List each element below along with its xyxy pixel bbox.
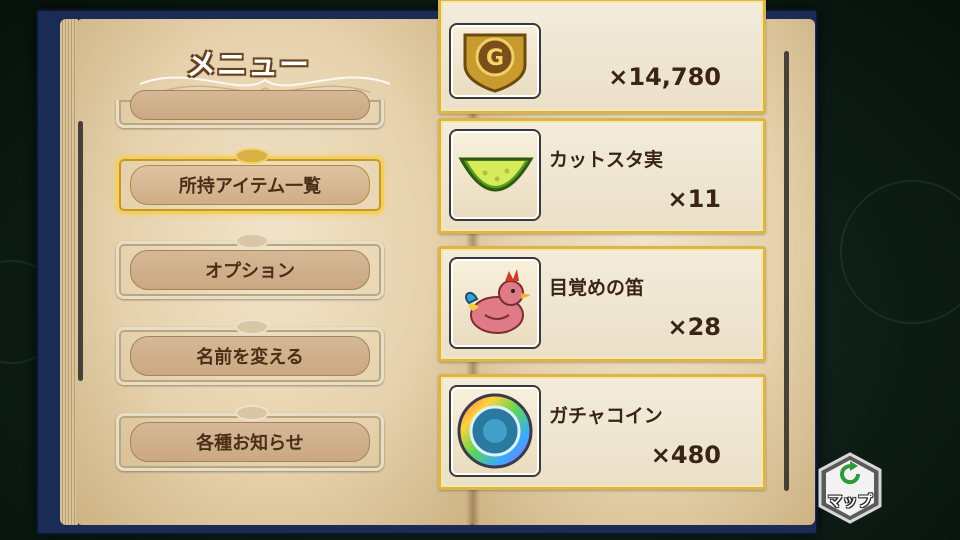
menu-title: メニュー xyxy=(186,48,310,83)
button-label: 所持アイテム一覧 xyxy=(130,165,370,205)
rainbow-coin-icon xyxy=(449,385,541,477)
item-count: ×28 xyxy=(667,313,721,341)
ornament-knot xyxy=(235,233,269,249)
button-label xyxy=(130,90,370,120)
item-count: ×11 xyxy=(667,185,721,213)
inventory-item-whistle[interactable]: 目覚めの笛 ×28 xyxy=(438,246,766,362)
map-button[interactable]: マップ xyxy=(816,452,884,524)
ornament-knot xyxy=(235,148,269,164)
refresh-arrow-icon xyxy=(840,461,861,485)
rooster-whistle-icon xyxy=(449,257,541,349)
svg-text:G: G xyxy=(486,46,504,71)
inventory-item-melon[interactable]: カットスタ実 ×11 xyxy=(438,118,766,234)
button-label: 名前を変える xyxy=(130,336,370,376)
inventory-item-gacha-coin[interactable]: ガチャコイン ×480 xyxy=(438,374,766,490)
left-scrollbar[interactable] xyxy=(78,121,83,381)
ornament-knot xyxy=(235,319,269,335)
item-name: 目覚めの笛 xyxy=(549,277,645,299)
melon-slice-icon xyxy=(449,129,541,221)
item-count: ×14,780 xyxy=(608,63,721,91)
menu-button-partial[interactable] xyxy=(116,90,384,128)
menu-button-notices[interactable]: 各種お知らせ xyxy=(116,405,384,471)
menu-button-rename[interactable]: 名前を変える xyxy=(116,319,384,385)
gold-coin-icon: G xyxy=(449,23,541,99)
ornament-knot xyxy=(235,405,269,421)
menu-button-options[interactable]: オプション xyxy=(116,233,384,299)
inventory-item-gold-coin[interactable]: G ×14,780 xyxy=(438,0,766,114)
button-label: オプション xyxy=(130,250,370,290)
menu-button-items[interactable]: 所持アイテム一覧 xyxy=(116,148,384,214)
item-name: ガチャコイン xyxy=(549,405,663,427)
right-scrollbar[interactable] xyxy=(784,51,789,491)
item-name: カットスタ実 xyxy=(549,149,664,171)
map-label: マップ xyxy=(827,492,873,510)
background-swirl xyxy=(840,180,960,324)
item-count: ×480 xyxy=(650,441,721,469)
button-label: 各種お知らせ xyxy=(130,422,370,462)
